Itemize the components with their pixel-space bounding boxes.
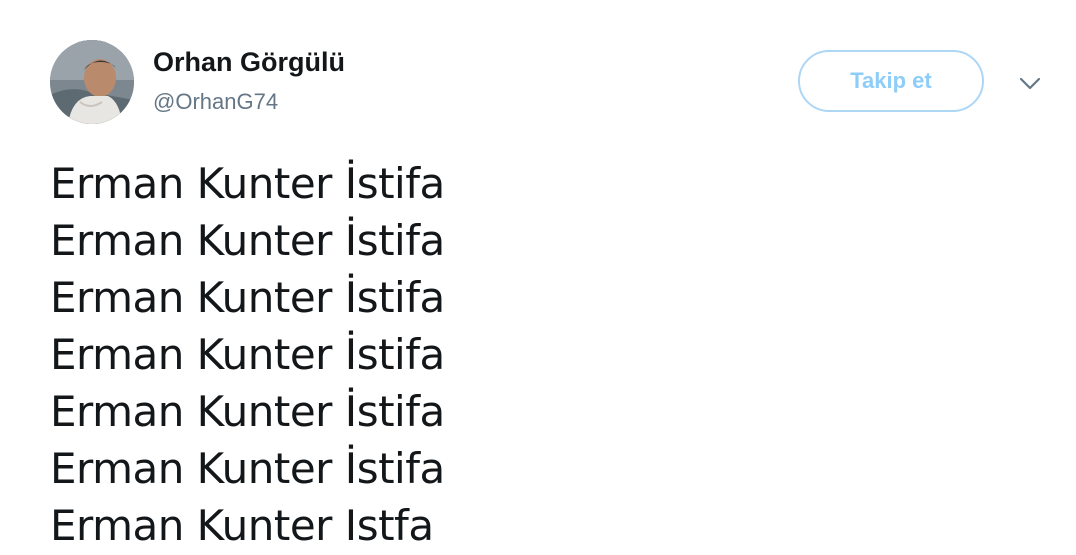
tweet-line: Erman Kunter İstifa [50, 273, 445, 322]
tweet-line: Erman Kunter Istfa [50, 501, 434, 550]
author-handle[interactable]: @OrhanG74 [153, 88, 278, 116]
tweet-card: Orhan Görgülü @OrhanG74 Takip et Erman K… [0, 0, 1076, 555]
tweet-line: Erman Kunter İstifa [50, 216, 445, 265]
profile-photo-icon [50, 40, 134, 124]
tweet-line: Erman Kunter İstifa [50, 444, 445, 493]
tweet-text: Erman Kunter İstifa Erman Kunter İstifa … [50, 155, 1050, 554]
chevron-down-icon [1019, 77, 1041, 90]
tweet-line: Erman Kunter İstifa [50, 159, 445, 208]
tweet-line: Erman Kunter İstifa [50, 330, 445, 379]
more-menu-button[interactable] [1016, 72, 1044, 96]
author-name[interactable]: Orhan Görgülü [153, 46, 345, 78]
tweet-line: Erman Kunter İstifa [50, 387, 445, 436]
follow-button[interactable]: Takip et [798, 50, 984, 112]
avatar[interactable] [50, 40, 134, 124]
